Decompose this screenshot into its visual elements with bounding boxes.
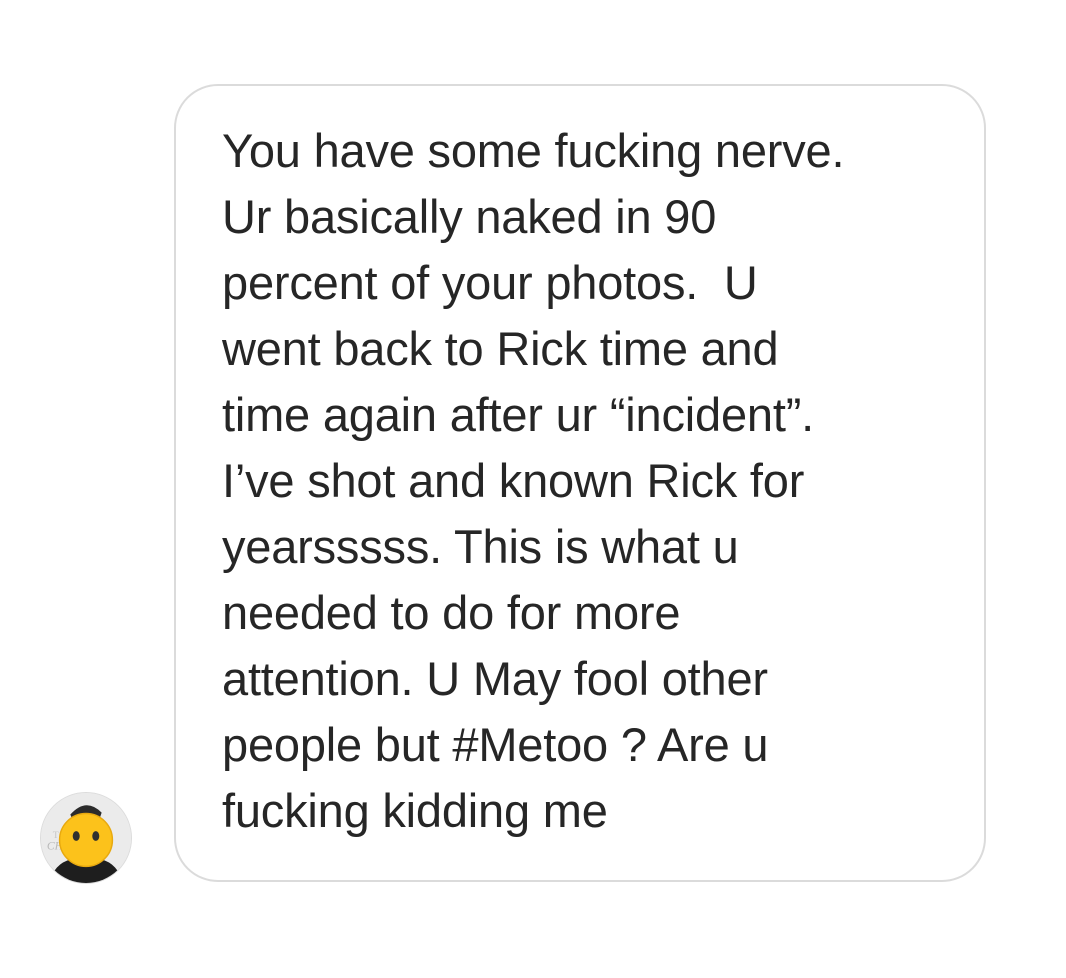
message-line: I’ve shot and known Rick for — [222, 454, 805, 507]
message-line: Ur basically naked in 90 — [222, 190, 717, 243]
message-line: needed to do for more — [222, 586, 681, 639]
message-text: You have some fucking nerve. Ur basicall… — [222, 118, 845, 844]
message-line: people but #Metoo ? Are u — [222, 718, 769, 771]
incoming-message-bubble[interactable]: You have some fucking nerve. Ur basicall… — [174, 84, 986, 882]
message-row: CH T You have some fucking nerve. Ur bas… — [0, 0, 1066, 978]
svg-text:T: T — [53, 830, 59, 841]
message-line: percent of your photos. U — [222, 256, 758, 309]
message-line: yearsssss. This is what u — [222, 520, 739, 573]
message-line: time again after ur “incident”. — [222, 388, 815, 441]
message-line: attention. U May fool other — [222, 652, 768, 705]
message-line: You have some fucking nerve. — [222, 124, 845, 177]
message-line: fucking kidding me — [222, 784, 608, 837]
sender-avatar[interactable]: CH T — [40, 792, 132, 884]
face-emoji-icon: CH T — [41, 793, 131, 883]
message-line: went back to Rick time and — [222, 322, 779, 375]
